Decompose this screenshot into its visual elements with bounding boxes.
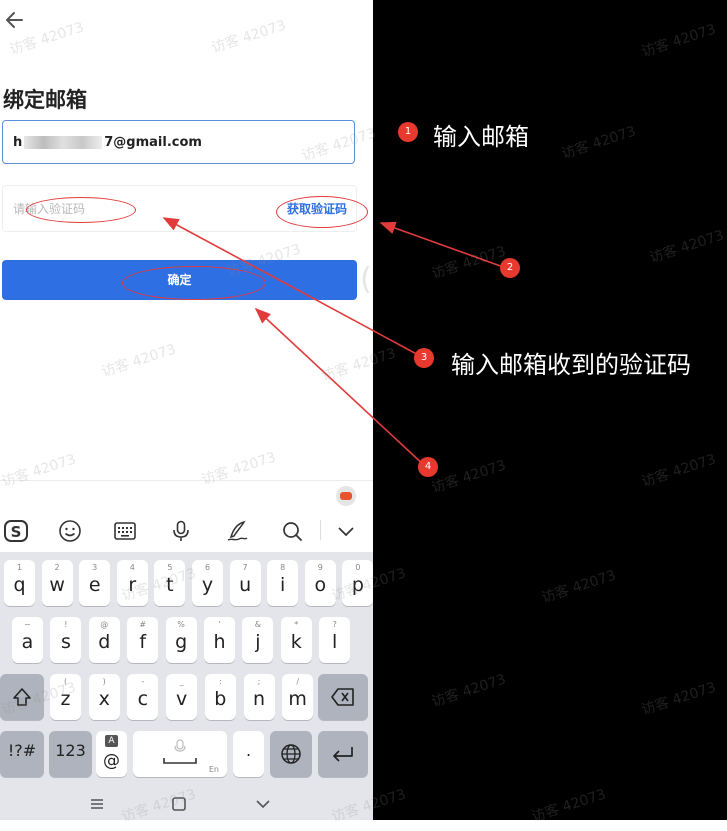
annotation-number-4: 4 xyxy=(418,457,438,477)
annotation-text-3: 输入邮箱收到的验证码 xyxy=(451,351,691,379)
annotation-number-3: 3 xyxy=(414,348,434,368)
annotation-number-1: 1 xyxy=(398,122,418,142)
annotation-text-1: 输入邮箱 xyxy=(433,123,529,151)
